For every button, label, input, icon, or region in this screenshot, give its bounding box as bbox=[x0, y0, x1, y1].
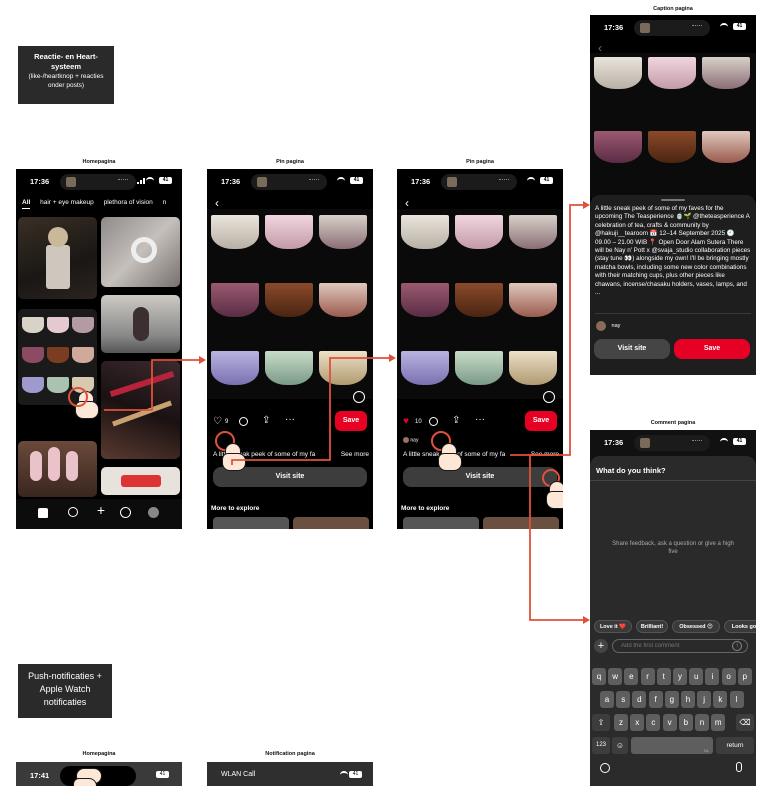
arrowhead-4 bbox=[583, 616, 590, 624]
arrow-pin-to-caption bbox=[510, 204, 584, 456]
arrowhead-2 bbox=[389, 354, 396, 362]
arrow-home-to-pin bbox=[104, 359, 200, 411]
arrowhead-3 bbox=[583, 201, 590, 209]
arrowhead-1 bbox=[199, 356, 206, 364]
arrow-pin-to-pin bbox=[231, 357, 390, 465]
arrow-pin-to-comment bbox=[529, 454, 584, 621]
flow-arrows bbox=[104, 201, 590, 624]
